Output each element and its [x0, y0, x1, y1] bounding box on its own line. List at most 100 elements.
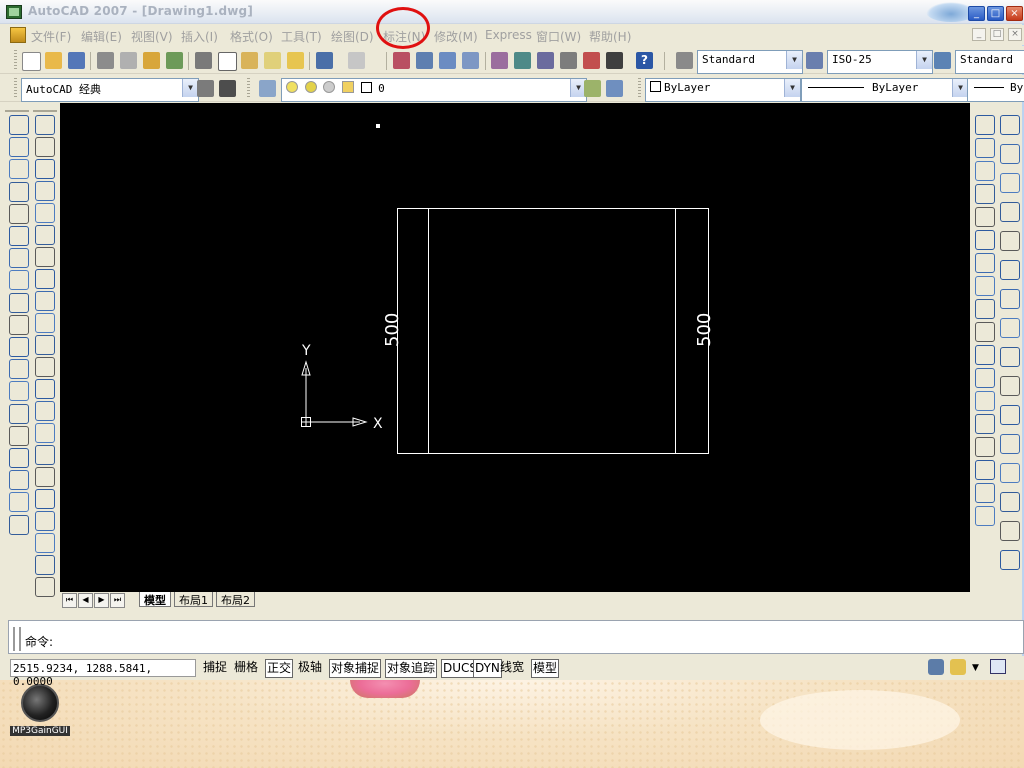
mdi-close-button[interactable]: ×: [1008, 28, 1022, 41]
polyline-icon[interactable]: [9, 159, 29, 180]
last-tab-button[interactable]: ⏭: [110, 593, 125, 608]
prev-tab-button[interactable]: ◀: [78, 593, 93, 608]
scale-text-icon[interactable]: [35, 577, 55, 597]
menu-modify[interactable]: 修改(M): [434, 28, 478, 45]
tab-layout2[interactable]: 布局2: [216, 592, 255, 607]
ellipse-arc-icon[interactable]: [9, 337, 29, 357]
revision-cloud-icon[interactable]: [9, 270, 29, 291]
calculator-icon[interactable]: [606, 52, 623, 69]
dim-style-icon[interactable]: [806, 52, 823, 69]
angular-dim-icon[interactable]: [975, 276, 995, 296]
insert-snap-icon[interactable]: [1000, 405, 1020, 425]
undo-icon[interactable]: [316, 52, 333, 69]
dim-style-manager-icon[interactable]: [975, 506, 995, 526]
arc-icon[interactable]: [9, 226, 29, 246]
dim-text-edit-icon[interactable]: [975, 460, 995, 480]
find-icon[interactable]: [35, 555, 55, 575]
gradient-icon[interactable]: [9, 448, 29, 468]
status-menu-arrow-icon[interactable]: ▼: [972, 663, 979, 673]
table-icon[interactable]: [9, 492, 29, 513]
linetype-select[interactable]: ByLayer ▼: [801, 78, 969, 102]
quick-dim-icon[interactable]: [975, 299, 995, 319]
multiline-text2-icon[interactable]: [35, 511, 55, 531]
menu-format[interactable]: 格式(O): [230, 28, 273, 45]
menu-draw[interactable]: 绘图(D): [331, 28, 374, 45]
plot-preview-icon[interactable]: [120, 52, 137, 69]
design-center-icon[interactable]: [514, 52, 531, 69]
insert-block-icon[interactable]: [9, 359, 29, 380]
erase-icon[interactable]: [35, 115, 55, 135]
multiline-text-icon[interactable]: [9, 514, 29, 535]
dyn-toggle[interactable]: DYN: [473, 659, 502, 678]
rectangle-icon[interactable]: [9, 203, 29, 224]
region-icon[interactable]: [9, 470, 29, 491]
menu-tools[interactable]: 工具(T): [281, 28, 322, 45]
maximize-button[interactable]: □: [987, 6, 1004, 21]
mirror-icon[interactable]: [35, 159, 55, 179]
break-at-point-icon[interactable]: [35, 357, 55, 377]
markup-icon[interactable]: [583, 52, 600, 69]
point-icon[interactable]: [9, 403, 29, 424]
menu-edit[interactable]: 编辑(E): [81, 28, 122, 45]
osnap-settings-icon[interactable]: [1000, 521, 1020, 541]
match-properties-icon[interactable]: [264, 52, 281, 69]
table-style-select[interactable]: Standard: [955, 50, 1024, 74]
color-select[interactable]: ByLayer ▼: [645, 78, 801, 102]
line-icon[interactable]: [9, 115, 29, 135]
midpoint-snap-icon[interactable]: [1000, 144, 1020, 164]
center-mark-icon[interactable]: [975, 414, 995, 434]
menu-view[interactable]: 视图(V): [131, 28, 173, 45]
workspace-save-icon[interactable]: [219, 80, 236, 97]
zoom-window-icon[interactable]: [439, 52, 456, 69]
mdi-minimize-button[interactable]: _: [972, 28, 986, 41]
workspace-settings-icon[interactable]: [197, 80, 214, 97]
apparent-intersection-snap-icon[interactable]: [1000, 202, 1020, 222]
3d-dwf-icon[interactable]: [166, 52, 183, 69]
plot-icon[interactable]: [97, 52, 114, 69]
zoom-realtime-icon[interactable]: [416, 52, 433, 69]
mdi-restore-button[interactable]: □: [990, 28, 1004, 41]
menu-window[interactable]: 窗口(W): [536, 28, 581, 45]
endpoint-snap-icon[interactable]: [1000, 115, 1020, 135]
text-style-icon[interactable]: [676, 52, 693, 69]
lineweight-select[interactable]: By: [967, 78, 1024, 102]
model-toggle[interactable]: 模型: [531, 659, 560, 678]
trim-icon[interactable]: [35, 313, 55, 333]
tangent-snap-icon[interactable]: [1000, 318, 1020, 338]
comm-center-status-icon[interactable]: [928, 659, 944, 675]
tab-layout1[interactable]: 布局1: [174, 592, 213, 607]
sheet-set-icon[interactable]: [560, 52, 577, 69]
dimension-right-text[interactable]: 500: [694, 313, 715, 347]
otrack-toggle[interactable]: 对象追踪: [385, 659, 438, 678]
arc-length-dim-icon[interactable]: [975, 161, 995, 181]
coordinates-display[interactable]: 2515.9234, 1288.5841, 0.0000: [10, 659, 196, 688]
break-icon[interactable]: [35, 379, 55, 399]
baseline-dim-icon[interactable]: [975, 322, 995, 342]
dim-edit-icon[interactable]: [975, 437, 995, 457]
ordinate-dim-icon[interactable]: [975, 184, 995, 204]
tolerance-icon[interactable]: [975, 391, 995, 411]
make-object-layer-current-icon[interactable]: [584, 80, 601, 97]
more-tools-icon[interactable]: [1000, 550, 1020, 570]
minimize-button[interactable]: _: [968, 6, 985, 21]
text-style-select[interactable]: Standard ▼: [697, 50, 803, 74]
edit-text-icon[interactable]: [35, 533, 55, 553]
copy-icon[interactable]: [35, 137, 55, 157]
spline-icon[interactable]: [9, 292, 29, 313]
save-icon[interactable]: [68, 52, 85, 69]
grid-toggle[interactable]: 栅格: [233, 659, 259, 676]
intersection-snap-icon[interactable]: [1000, 173, 1020, 193]
circle-icon[interactable]: [9, 248, 29, 269]
drawing-outer-rectangle[interactable]: [397, 208, 709, 454]
ellipse-icon[interactable]: [9, 314, 29, 335]
extend-icon[interactable]: [35, 335, 55, 355]
move-icon[interactable]: [35, 225, 55, 245]
parallel-snap-icon[interactable]: [1000, 376, 1020, 396]
dim-style-select[interactable]: ISO-25 ▼: [827, 50, 933, 74]
continue-dim-icon[interactable]: [975, 345, 995, 365]
properties-icon[interactable]: [491, 52, 508, 69]
quick-leader-icon[interactable]: [975, 368, 995, 388]
nearest-snap-icon[interactable]: [1000, 463, 1020, 483]
clean-screen-icon[interactable]: [990, 659, 1006, 674]
center-snap-icon[interactable]: [1000, 260, 1020, 280]
